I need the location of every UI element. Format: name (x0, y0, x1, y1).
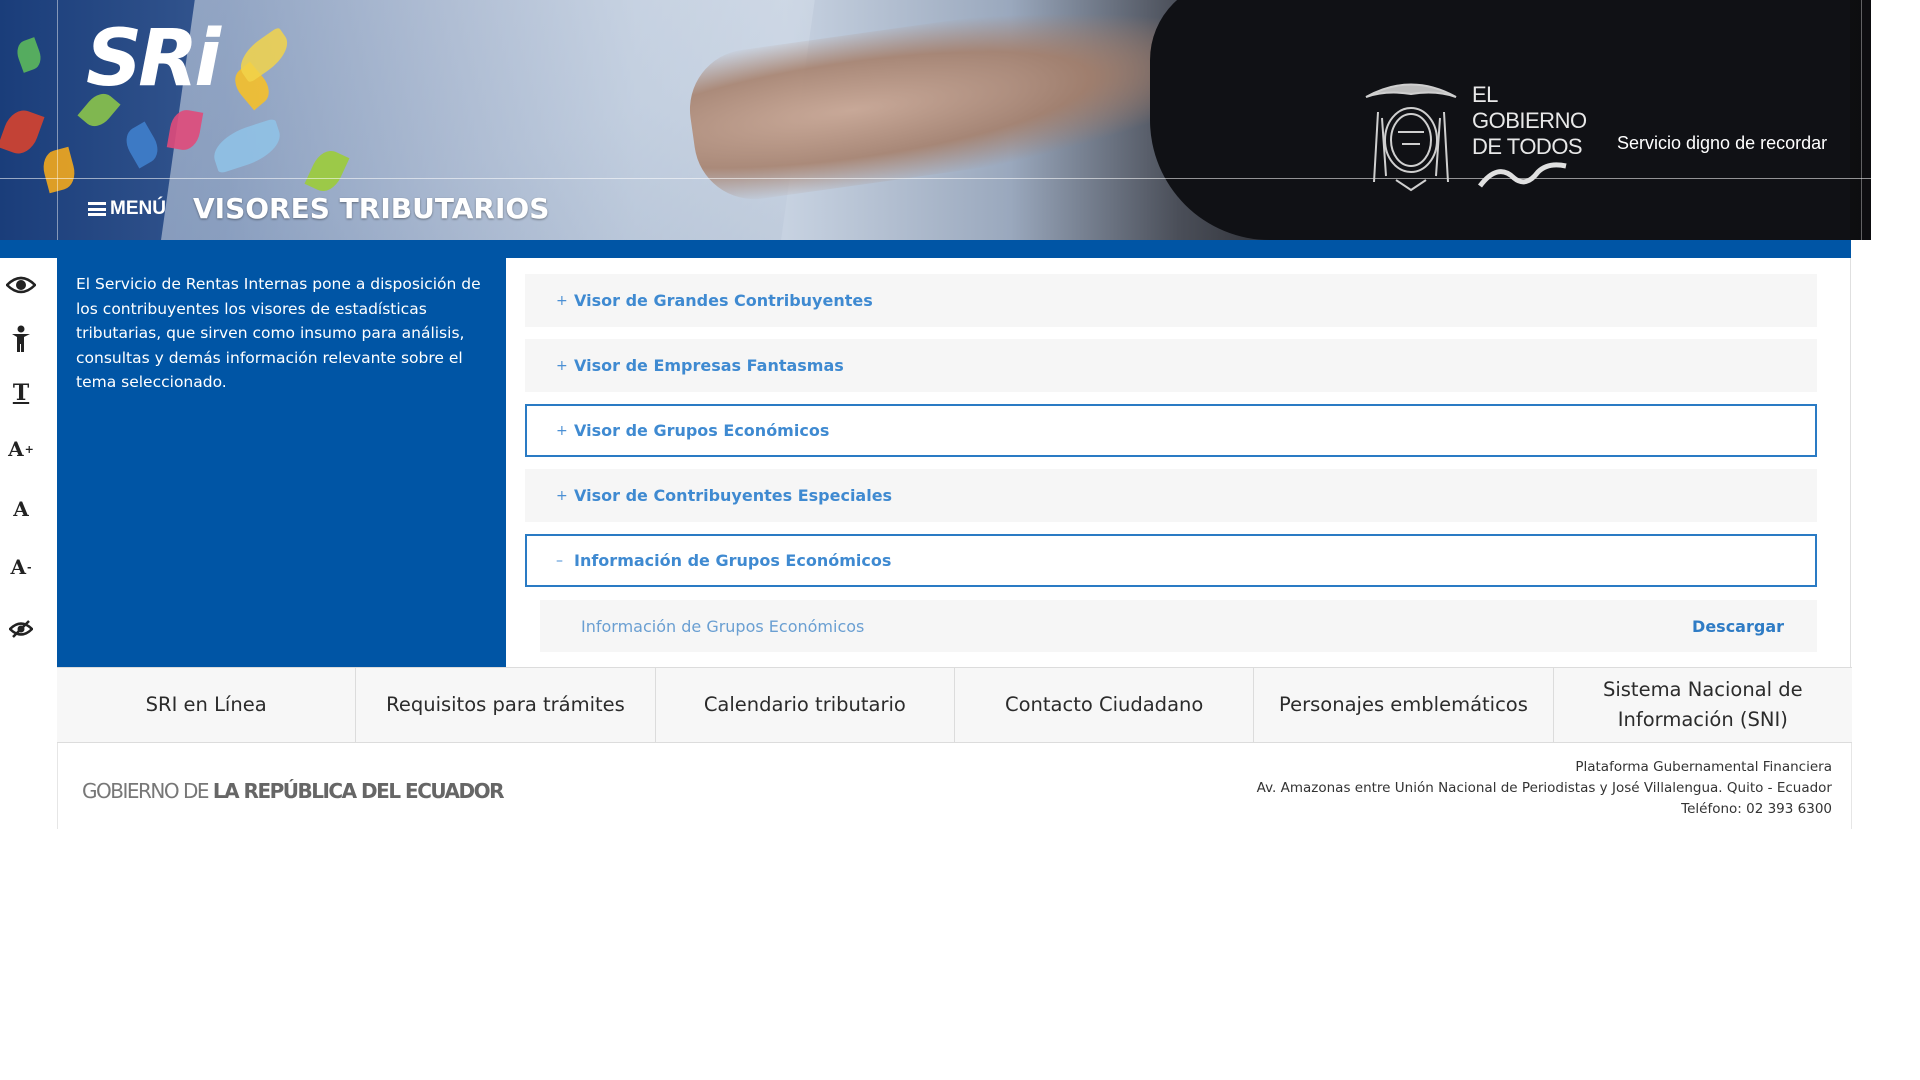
expand-plus-icon: + (556, 422, 568, 439)
gobierno-de-todos-logo: EL GOBIERNO DE TODOS (1472, 82, 1587, 160)
header-blue-bar (0, 240, 1851, 258)
accordion-item-grandes-contribuyentes[interactable]: + Visor de Grandes Contribuyentes (525, 274, 1817, 327)
accordion-item-label: Visor de Contribuyentes Especiales (574, 486, 893, 505)
accordion-sub-item: Información de Grupos Económicos Descarg… (540, 600, 1817, 652)
font-reset-icon[interactable]: A (6, 494, 36, 524)
ecuador-coat-of-arms-icon (1365, 83, 1457, 192)
font-increase-icon[interactable]: A + (6, 434, 36, 464)
gobierno-republica-logo[interactable]: GOBIERNO DE LA REPÚBLICA DEL ECUADOR (82, 779, 505, 803)
expand-plus-icon: + (556, 487, 568, 504)
gov-logo-bold: LA REPÚBLICA DEL ECUADOR (212, 779, 505, 803)
eye-icon[interactable] (6, 270, 36, 300)
gobierno-wave-icon (1478, 162, 1567, 188)
font-decrease-icon[interactable]: A- (6, 552, 36, 582)
footer-link-sri-en-linea[interactable]: SRI en Línea (57, 668, 357, 742)
header-banner: SRi EL GOBIERNO DE TODOS Servicio digno … (0, 0, 1871, 240)
header-vertical-line-right (1861, 0, 1862, 240)
decorative-leaf (39, 146, 79, 194)
accordion-item-label: Visor de Grupos Económicos (574, 421, 830, 440)
decorative-leaf (0, 105, 45, 159)
font-serif-icon[interactable]: T (6, 378, 36, 408)
page-title: VISORES TRIBUTARIOS (193, 192, 550, 225)
accordion-item-grupos-economicos[interactable]: + Visor de Grupos Económicos (525, 404, 1817, 457)
accordion-item-label: Visor de Empresas Fantasmas (574, 356, 844, 375)
footer-link-requisitos[interactable]: Requisitos para trámites (356, 668, 656, 742)
intro-panel: El Servicio de Rentas Internas pone a di… (57, 258, 506, 667)
accordion-item-contribuyentes-especiales[interactable]: + Visor de Contribuyentes Especiales (525, 469, 1817, 522)
hide-eye-icon[interactable] (6, 614, 36, 644)
footer-link-personajes[interactable]: Personajes emblemáticos (1254, 668, 1554, 742)
footer-bottom: GOBIERNO DE LA REPÚBLICA DEL ECUADOR Pla… (57, 743, 1852, 829)
accordion-item-informacion-grupos-economicos[interactable]: – Información de Grupos Económicos (525, 534, 1817, 587)
footer-address: Plataforma Gubernamental Financiera Av. … (1257, 757, 1832, 820)
intro-text: El Servicio de Rentas Internas pone a di… (76, 275, 481, 391)
expand-plus-icon: + (556, 292, 568, 309)
footer-link-contacto[interactable]: Contacto Ciudadano (955, 668, 1255, 742)
header-divider-line (0, 178, 1871, 179)
download-link[interactable]: Descargar (1692, 617, 1784, 636)
font-increase-sign: + (24, 442, 34, 456)
gobierno-line-2: GOBIERNO (1472, 108, 1587, 133)
decorative-leaf (120, 121, 164, 169)
address-line-3: Teléfono: 02 393 6300 (1681, 801, 1832, 817)
accordion-item-empresas-fantasmas[interactable]: + Visor de Empresas Fantasmas (525, 339, 1817, 392)
footer-link-calendario[interactable]: Calendario tributario (656, 668, 955, 742)
gobierno-line-3: DE TODOS (1472, 134, 1583, 159)
accordion-item-label: Información de Grupos Económicos (574, 551, 892, 570)
tagline: Servicio digno de recordar (1617, 133, 1828, 153)
menu-button[interactable]: MENÚ (88, 198, 166, 220)
header-vertical-line (57, 0, 58, 240)
accordion-item-label: Visor de Grandes Contribuyentes (574, 291, 873, 310)
gov-logo-prefix: GOBIERNO DE (82, 779, 213, 803)
address-line-2: Av. Amazonas entre Unión Nacional de Per… (1256, 780, 1832, 796)
collapse-minus-icon: – (556, 552, 563, 569)
sri-logo[interactable]: SRi (86, 14, 221, 104)
sub-item-label: Información de Grupos Económicos (581, 616, 865, 636)
gobierno-line-1: EL (1472, 82, 1498, 107)
hamburger-icon (88, 202, 106, 216)
font-increase-glyph: A (8, 437, 24, 461)
font-decrease-sign: - (26, 560, 32, 574)
visores-accordion: + Visor de Grandes Contribuyentes + Viso… (506, 258, 1851, 667)
decorative-leaf (13, 37, 45, 73)
footer-nav: SRI en Línea Requisitos para trámites Ca… (57, 667, 1852, 743)
font-decrease-glyph: A (10, 555, 26, 579)
accessibility-person-icon[interactable] (6, 324, 36, 354)
footer-link-sni[interactable]: Sistema Nacional de Información (SNI) (1554, 668, 1852, 742)
address-line-1: Plataforma Gubernamental Financiera (1575, 759, 1832, 775)
expand-plus-icon: + (556, 357, 568, 374)
menu-label: MENÚ (110, 198, 166, 219)
